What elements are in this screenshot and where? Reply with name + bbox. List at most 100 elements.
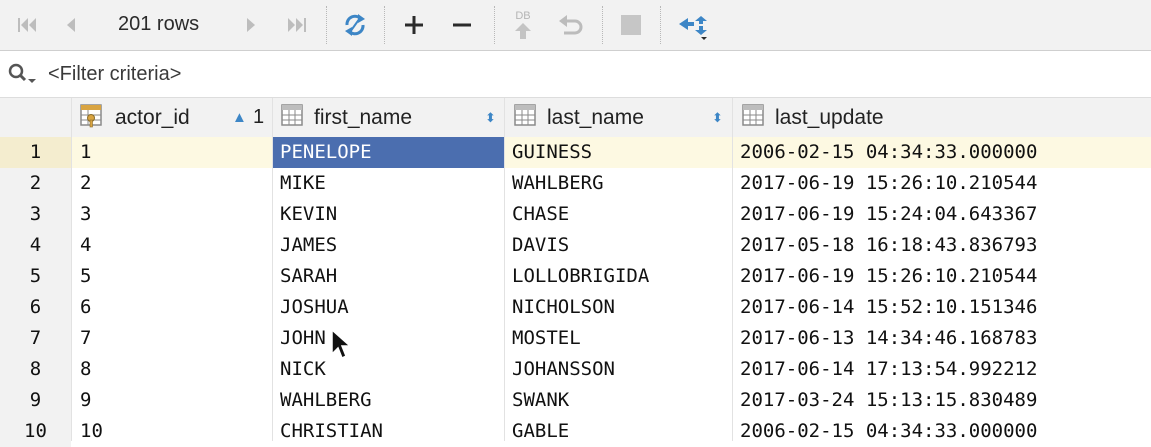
sort-ascending-icon[interactable]: ▲ bbox=[232, 109, 247, 126]
cell-last-update[interactable]: 2017-03-24 15:13:15.830489 bbox=[740, 385, 1150, 416]
cell-actor-id[interactable]: 3 bbox=[80, 199, 270, 230]
cell-last-name[interactable]: WAHLBERG bbox=[512, 168, 730, 199]
cell-actor-id[interactable]: 9 bbox=[80, 385, 270, 416]
filter-criteria-input[interactable] bbox=[48, 61, 748, 87]
cell-last-update[interactable]: 2006-02-15 04:34:33.000000 bbox=[740, 416, 1150, 447]
cell-first-name[interactable]: CHRISTIAN bbox=[280, 416, 502, 447]
table-row[interactable]: 2 2 MIKE WAHLBERG 2017-06-19 15:26:10.21… bbox=[0, 168, 1151, 199]
cell-last-name[interactable]: SWANK bbox=[512, 385, 730, 416]
column-header-actor-id[interactable]: actor_id ▲ 1 bbox=[71, 98, 271, 137]
table-row[interactable]: 10 10 CHRISTIAN GABLE 2006-02-15 04:34:3… bbox=[0, 416, 1151, 447]
cell-last-update[interactable]: 2017-06-14 15:52:10.151346 bbox=[740, 292, 1150, 323]
toolbar-separator bbox=[602, 6, 603, 44]
cell-last-update[interactable]: 2017-06-14 17:13:54.992212 bbox=[740, 354, 1150, 385]
next-page-button[interactable] bbox=[236, 6, 266, 44]
row-number[interactable]: 9 bbox=[0, 385, 71, 416]
cell-last-update[interactable]: 2017-06-19 15:24:04.643367 bbox=[740, 199, 1150, 230]
table-row[interactable]: 5 5 SARAH LOLLOBRIGIDA 2017-06-19 15:26:… bbox=[0, 261, 1151, 292]
compare-button[interactable] bbox=[672, 6, 712, 44]
row-number[interactable]: 8 bbox=[0, 354, 71, 385]
cell-last-name[interactable]: DAVIS bbox=[512, 230, 730, 261]
cell-last-name[interactable]: JOHANSSON bbox=[512, 354, 730, 385]
column-header-label: first_name bbox=[314, 105, 413, 129]
cell-last-update[interactable]: 2017-06-19 15:26:10.210544 bbox=[740, 261, 1150, 292]
table-row[interactable]: 1 1 PENELOPE GUINESS 2006-02-15 04:34:33… bbox=[0, 137, 1151, 168]
column-divider[interactable] bbox=[732, 98, 733, 441]
row-number[interactable]: 10 bbox=[0, 416, 71, 447]
sort-toggle-icon[interactable]: ⬍ bbox=[712, 110, 723, 126]
table-row[interactable]: 6 6 JOSHUA NICHOLSON 2017-06-14 15:52:10… bbox=[0, 292, 1151, 323]
prev-page-button[interactable] bbox=[56, 6, 86, 44]
cell-actor-id[interactable]: 5 bbox=[80, 261, 270, 292]
column-header-label: last_name bbox=[547, 105, 644, 129]
cell-last-update[interactable]: 2017-05-18 16:18:43.836793 bbox=[740, 230, 1150, 261]
row-number[interactable]: 3 bbox=[0, 199, 71, 230]
row-number[interactable]: 7 bbox=[0, 323, 71, 354]
column-icon bbox=[513, 103, 539, 132]
cell-last-name[interactable]: LOLLOBRIGIDA bbox=[512, 261, 730, 292]
cell-last-name[interactable]: NICHOLSON bbox=[512, 292, 730, 323]
last-page-button[interactable] bbox=[280, 6, 314, 44]
cell-actor-id[interactable]: 6 bbox=[80, 292, 270, 323]
cell-actor-id[interactable]: 2 bbox=[80, 168, 270, 199]
toolbar-separator bbox=[384, 6, 385, 44]
filter-search-icon[interactable] bbox=[6, 62, 38, 91]
cell-first-name[interactable]: KEVIN bbox=[280, 199, 502, 230]
table-row[interactable]: 3 3 KEVIN CHASE 2017-06-19 15:24:04.6433… bbox=[0, 199, 1151, 230]
delete-row-icon bbox=[453, 23, 471, 27]
table-row[interactable]: 7 7 JOHN MOSTEL 2017-06-13 14:34:46.1687… bbox=[0, 323, 1151, 354]
row-number[interactable]: 6 bbox=[0, 292, 71, 323]
toolbar-separator bbox=[494, 6, 495, 44]
table-row[interactable]: 8 8 NICK JOHANSSON 2017-06-14 17:13:54.9… bbox=[0, 354, 1151, 385]
table-row[interactable]: 4 4 JAMES DAVIS 2017-05-18 16:18:43.8367… bbox=[0, 230, 1151, 261]
compare-icon bbox=[679, 16, 707, 40]
column-icon bbox=[280, 103, 306, 132]
cell-last-name[interactable]: MOSTEL bbox=[512, 323, 730, 354]
row-number[interactable]: 1 bbox=[0, 137, 71, 168]
sort-toggle-icon[interactable]: ⬍ bbox=[485, 110, 496, 126]
column-header-first-name[interactable]: first_name ⬍ bbox=[272, 98, 504, 137]
revert-button[interactable] bbox=[554, 6, 588, 44]
column-header-last-update[interactable]: last_update bbox=[733, 98, 1151, 137]
prev-page-icon bbox=[67, 18, 75, 32]
row-number[interactable]: 2 bbox=[0, 168, 71, 199]
cell-first-name[interactable]: SARAH bbox=[280, 261, 502, 292]
cell-last-name[interactable]: CHASE bbox=[512, 199, 730, 230]
cell-first-name[interactable]: WAHLBERG bbox=[280, 385, 502, 416]
column-divider[interactable] bbox=[504, 98, 505, 441]
row-count-label[interactable]: 201 rows bbox=[118, 13, 199, 36]
last-page-icon bbox=[288, 18, 306, 32]
cell-first-name-selected[interactable]: PENELOPE bbox=[273, 137, 504, 168]
cell-actor-id[interactable]: 8 bbox=[80, 354, 270, 385]
cell-first-name[interactable]: JAMES bbox=[280, 230, 502, 261]
cell-first-name[interactable]: MIKE bbox=[280, 168, 502, 199]
submit-button[interactable]: DB bbox=[506, 6, 540, 44]
add-row-button[interactable] bbox=[398, 6, 430, 44]
column-divider[interactable] bbox=[272, 98, 273, 441]
column-header-label: last_update bbox=[775, 105, 884, 129]
cell-actor-id[interactable]: 4 bbox=[80, 230, 270, 261]
table-row[interactable]: 9 9 WAHLBERG SWANK 2017-03-24 15:13:15.8… bbox=[0, 385, 1151, 416]
refresh-button[interactable] bbox=[338, 6, 372, 44]
cell-last-update[interactable]: 2006-02-15 04:34:33.000000 bbox=[740, 137, 1150, 168]
cell-last-update[interactable]: 2017-06-19 15:26:10.210544 bbox=[740, 168, 1150, 199]
first-page-button[interactable] bbox=[10, 6, 44, 44]
cell-last-name[interactable]: GABLE bbox=[512, 416, 730, 447]
stop-button[interactable] bbox=[614, 6, 648, 44]
filter-bar bbox=[0, 51, 1151, 98]
add-row-icon bbox=[405, 16, 423, 34]
column-header-last-name[interactable]: last_name ⬍ bbox=[505, 98, 732, 137]
cell-first-name[interactable]: JOHN bbox=[280, 323, 502, 354]
row-number[interactable]: 4 bbox=[0, 230, 71, 261]
cell-actor-id[interactable]: 7 bbox=[80, 323, 270, 354]
cell-last-update[interactable]: 2017-06-13 14:34:46.168783 bbox=[740, 323, 1150, 354]
row-number[interactable]: 5 bbox=[0, 261, 71, 292]
cell-first-name[interactable]: JOSHUA bbox=[280, 292, 502, 323]
cell-actor-id[interactable]: 1 bbox=[80, 137, 270, 168]
cell-first-name[interactable]: NICK bbox=[280, 354, 502, 385]
cell-actor-id[interactable]: 10 bbox=[80, 416, 270, 447]
delete-row-button[interactable] bbox=[446, 6, 478, 44]
next-page-icon bbox=[247, 18, 255, 32]
cell-last-name[interactable]: GUINESS bbox=[512, 137, 730, 168]
data-editor-toolbar: 201 rows DB bbox=[0, 0, 1151, 51]
